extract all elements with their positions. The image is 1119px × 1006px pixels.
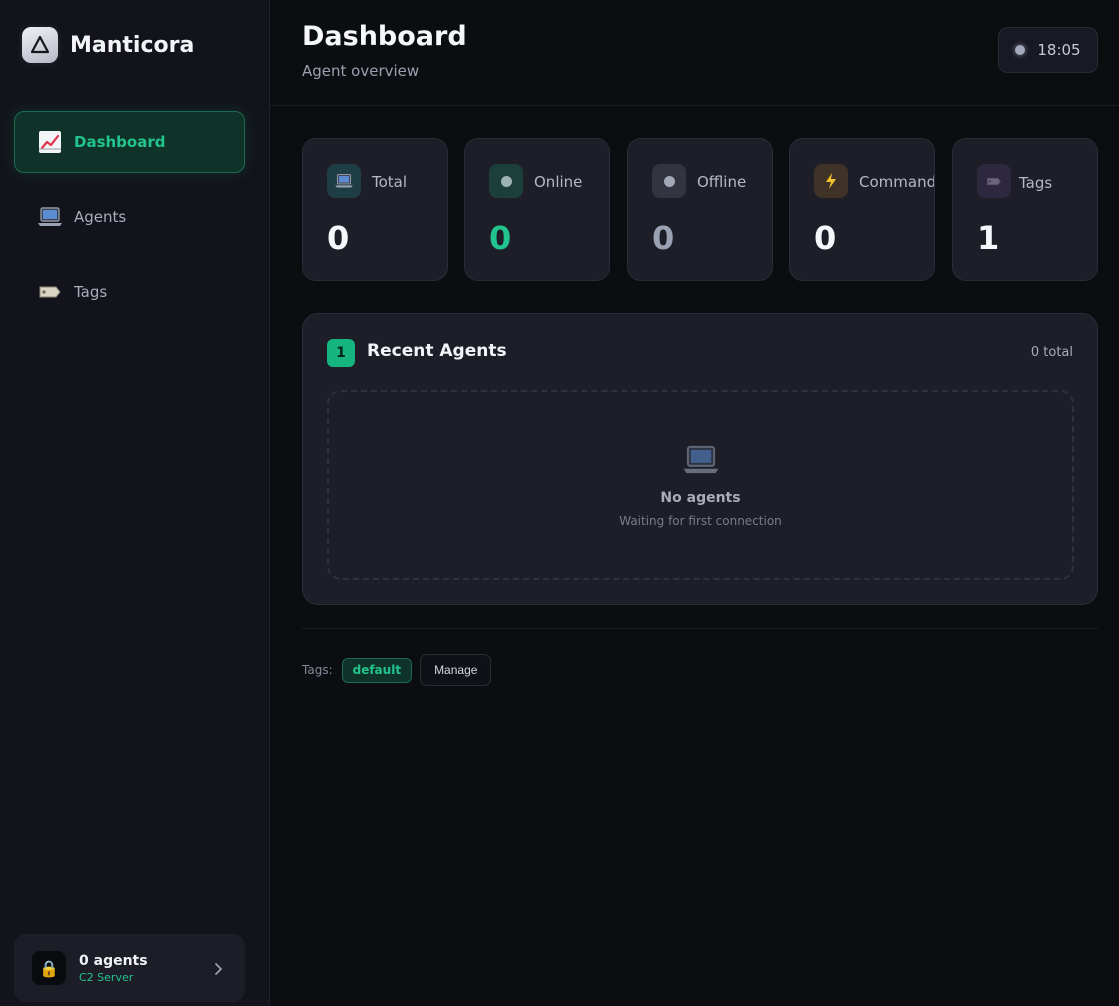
laptop-icon (327, 164, 361, 198)
panel-title: Recent Agents (367, 341, 507, 361)
server-status-card[interactable]: 🔒 0 agents C2 Server (14, 934, 245, 1002)
stat-card-offline: Offline 0 (627, 138, 773, 281)
stat-value: 1 (977, 219, 1000, 257)
lock-icon: 🔒 (32, 951, 66, 985)
manticora-logo-icon (22, 27, 58, 63)
tag-chip-default[interactable]: default (341, 657, 413, 683)
page-title: Dashboard (302, 21, 467, 52)
tag-icon (36, 284, 64, 300)
tags-bar: Tags: default Manage (302, 654, 492, 686)
stat-label: Offline (697, 173, 747, 191)
sidebar-item-tags[interactable]: Tags (14, 261, 245, 323)
stat-card-commands: Commands 0 (789, 138, 935, 281)
sidebar-item-agents[interactable]: Agents (14, 186, 245, 248)
stat-card-total: Total 0 (302, 138, 448, 281)
clock-status: 18:05 (998, 27, 1098, 73)
page-header: Dashboard Agent overview 18:05 (270, 0, 1119, 106)
recent-agents-panel: 1 Recent Agents 0 total No agents Waitin… (302, 313, 1098, 605)
status-dot-icon (1015, 45, 1026, 55)
stat-card-tags: Tags 1 (952, 138, 1098, 281)
tag-icon (977, 164, 1011, 198)
sidebar-item-label: Tags (74, 283, 108, 301)
stat-label: Online (534, 173, 583, 191)
empty-state: No agents Waiting for first connection (327, 390, 1074, 580)
stat-value: 0 (327, 219, 350, 257)
stat-card-online: Online 0 (464, 138, 610, 281)
offline-dot-icon (652, 164, 686, 198)
stat-label: Tags (1019, 174, 1053, 192)
manage-tags-button[interactable]: Manage (420, 654, 492, 686)
panel-total-count: 0 total (1030, 345, 1073, 360)
stat-value: 0 (814, 219, 837, 257)
brand[interactable]: Manticora (22, 27, 194, 63)
laptop-icon (36, 206, 64, 228)
laptop-icon (329, 444, 1072, 484)
divider (302, 628, 1098, 629)
chart-increasing-icon (36, 130, 64, 154)
recent-agents-badge: 1 (327, 339, 355, 367)
sidebar-item-label: Agents (74, 208, 127, 226)
server-subtitle: C2 Server (79, 970, 134, 984)
sidebar-nav: Dashboard Agents Tags (14, 111, 245, 336)
empty-state-title: No agents (660, 490, 741, 506)
empty-state-subtitle: Waiting for first connection (619, 514, 782, 528)
stat-value: 0 (652, 219, 675, 257)
lightning-icon (814, 164, 848, 198)
stat-value: 0 (489, 219, 512, 257)
online-dot-icon (489, 164, 523, 198)
tags-label: Tags: (302, 663, 333, 677)
chevron-right-icon (213, 961, 223, 980)
clock-time: 18:05 (1037, 41, 1081, 59)
stat-label: Total (372, 173, 408, 191)
sidebar: Manticora Dashboard Agents Tags 🔒 0 agen… (0, 0, 270, 1006)
sidebar-item-label: Dashboard (74, 133, 166, 151)
page-subtitle: Agent overview (302, 62, 420, 80)
app-name: Manticora (70, 32, 195, 58)
sidebar-item-dashboard[interactable]: Dashboard (14, 111, 245, 173)
server-agent-count: 0 agents (79, 952, 148, 969)
stat-label: Commands (859, 173, 934, 191)
